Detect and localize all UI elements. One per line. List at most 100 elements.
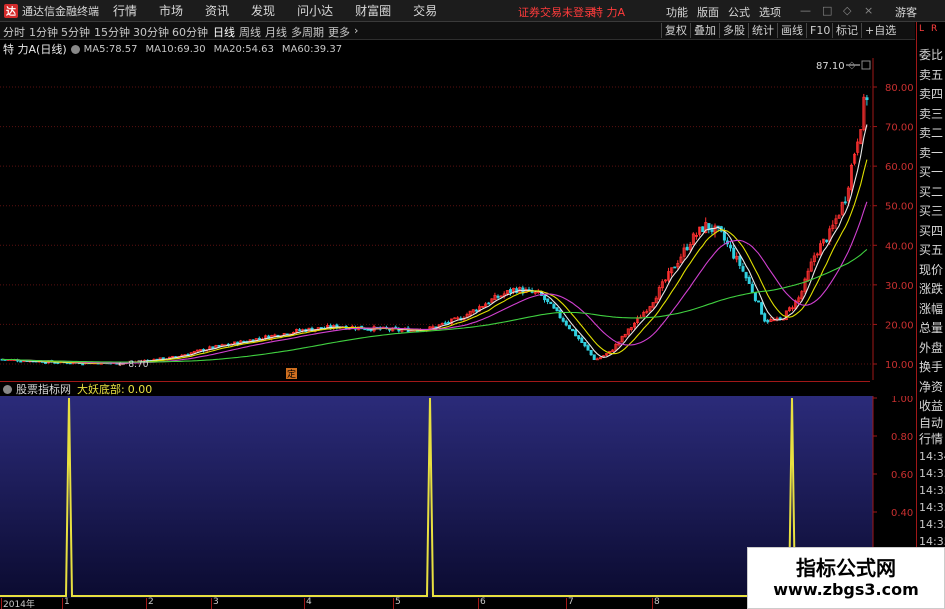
candle-body	[766, 319, 770, 323]
tick-time: 14:35	[919, 484, 945, 497]
candle-body	[552, 304, 556, 309]
kline-chart[interactable]: 80.00 70.00 60.00 50.00 40.00 30.00 20.00 10.00…	[0, 58, 916, 380]
quote-field-4: 卖三	[919, 106, 944, 121]
quote-field-11: 买五	[919, 243, 944, 257]
indicator-header: 股票指标网 大妖底部: 0.00	[0, 381, 870, 396]
price-axis-label: 50.00	[885, 202, 914, 213]
menu-options[interactable]: 选项	[759, 4, 781, 20]
indicator-fill	[0, 396, 873, 598]
menu-functions[interactable]: 功能	[666, 4, 688, 20]
menu-news[interactable]: 资讯	[205, 2, 229, 19]
price-axis-label: 70.00	[885, 123, 914, 134]
tick-time: 14:34	[919, 450, 945, 463]
candle-body	[753, 292, 757, 301]
ma5-readout: MA5:78.57	[83, 43, 138, 55]
candle-body	[546, 298, 550, 303]
period-5min[interactable]: 5分钟	[61, 24, 90, 40]
indicator-axis-label: 0.60	[891, 470, 913, 481]
stock-name-label: 特 力A(日线)	[3, 43, 67, 56]
ma-settings-icon[interactable]	[70, 44, 80, 54]
menu-ask[interactable]: 问小达	[297, 2, 333, 19]
indicator-axis-label: 0.80	[891, 432, 913, 443]
candle-body	[744, 272, 748, 279]
menu-bar: 达 通达信金融终端 行情 市场 资讯 发现 问小达 财富圈 交易 证券交易未登录…	[0, 0, 945, 22]
tool-mark[interactable]: 标记	[832, 23, 861, 38]
ma10-readout: MA10:69.30	[145, 43, 206, 55]
candle-body	[474, 309, 478, 312]
indicator-axis-label: 1.00	[891, 396, 913, 405]
close-icon[interactable]: ×	[864, 4, 873, 17]
date-axis: 2014年 1 2 3 4 5 6 7 8	[0, 597, 870, 609]
menu-quotes[interactable]: 行情	[113, 2, 137, 19]
tool-f10[interactable]: F10	[806, 23, 833, 38]
candle-body	[729, 244, 733, 249]
price-axis-label: 40.00	[885, 241, 914, 252]
period-more[interactable]: 更多	[328, 24, 350, 40]
candle-body	[543, 295, 547, 301]
tool-overlay[interactable]: 叠加	[690, 23, 719, 38]
tool-statistics[interactable]: 统计	[748, 23, 777, 38]
candle-body	[583, 341, 587, 347]
period-toolbar: 分时 1分钟 5分钟 15分钟 30分钟 60分钟 日线 周线 月线 多周期 更…	[0, 22, 915, 40]
period-multi[interactable]: 多周期	[291, 24, 324, 40]
app-logo-icon: 达	[4, 3, 18, 18]
date-tick	[304, 598, 305, 609]
period-15min[interactable]: 15分钟	[94, 24, 130, 40]
indicator-formula-label: 大妖底部:	[77, 383, 125, 396]
quote-field-9: 买三	[919, 204, 944, 218]
auto-refresh-toggle[interactable]: 自动	[919, 416, 943, 430]
period-monthly[interactable]: 月线	[265, 24, 287, 40]
period-30min[interactable]: 30分钟	[133, 24, 169, 40]
candle-body	[586, 345, 590, 351]
candle-body	[571, 328, 575, 332]
plot-background	[0, 58, 873, 380]
maximize-icon[interactable]: □	[822, 4, 832, 17]
period-weekly[interactable]: 周线	[239, 24, 261, 40]
ma20-readout: MA20:54.63	[213, 43, 274, 55]
menu-discover[interactable]: 发现	[251, 2, 275, 19]
indicator-settings-icon[interactable]	[3, 384, 12, 394]
trade-login-status[interactable]: 证券交易未登录	[518, 4, 595, 20]
candle-body	[865, 97, 869, 101]
quote-field-17: 换手	[919, 360, 944, 374]
add-favorite-button[interactable]: +自选	[861, 23, 899, 38]
menu-layout[interactable]: 版面	[697, 4, 719, 20]
ma60-readout: MA60:39.37	[281, 43, 343, 55]
candle-body	[577, 335, 581, 340]
candle-body	[211, 346, 215, 349]
refresh-icon[interactable]: ◇	[843, 4, 851, 17]
tool-multi-stock[interactable]: 多股	[719, 23, 748, 38]
period-daily[interactable]: 日线	[213, 24, 235, 40]
quote-field-18: 净资	[919, 379, 944, 394]
low-price-label: ← 8.70	[118, 360, 149, 370]
period-60min[interactable]: 60分钟	[172, 24, 208, 40]
guest-user[interactable]: 游客	[895, 4, 917, 20]
panel-header-r[interactable]: R	[931, 22, 937, 36]
panel-header-l[interactable]: L	[919, 22, 924, 36]
date-label: 1	[64, 597, 70, 607]
quote-field-5: 卖二	[919, 126, 944, 140]
tool-draw[interactable]: 画线	[777, 23, 806, 38]
candle-body	[732, 247, 736, 259]
quote-field-15: 总量	[919, 321, 944, 335]
minimize-icon[interactable]: —	[800, 4, 811, 17]
candle-body	[508, 289, 512, 293]
period-1min[interactable]: 1分钟	[29, 24, 58, 40]
quote-field-6: 卖一	[919, 145, 944, 160]
price-axis-label: 30.00	[885, 281, 914, 292]
candle-body	[561, 317, 565, 322]
tool-adjust[interactable]: 复权	[661, 23, 690, 38]
date-label: 5	[395, 597, 401, 607]
candle-body	[298, 329, 302, 332]
chevron-right-icon[interactable]: ›	[354, 24, 358, 37]
candle-body	[589, 349, 593, 356]
menu-trade[interactable]: 交易	[413, 2, 437, 19]
menu-market[interactable]: 市场	[159, 2, 183, 19]
period-timeshare[interactable]: 分时	[3, 24, 25, 40]
menu-wealth-circle[interactable]: 财富圈	[355, 2, 391, 19]
price-axis-label: 80.00	[885, 83, 914, 94]
date-label: 3	[213, 597, 219, 607]
menu-formula[interactable]: 公式	[728, 4, 750, 20]
candle-body	[843, 201, 847, 204]
quote-tab[interactable]: 行情	[919, 432, 943, 446]
